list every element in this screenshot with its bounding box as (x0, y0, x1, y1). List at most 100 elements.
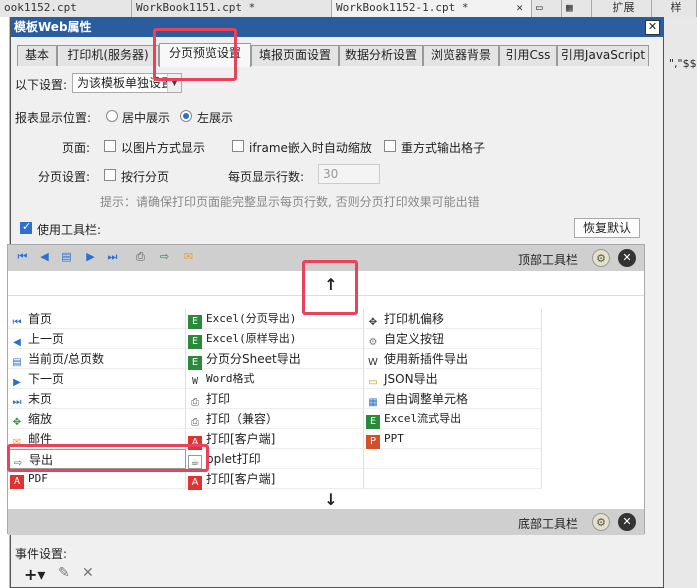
item-label: JSON导出 (384, 372, 438, 386)
position-left-radio[interactable] (180, 110, 192, 122)
item-label: 打印[客户端] (206, 432, 276, 446)
item-label: 自定义按钮 (384, 332, 445, 346)
item-last[interactable]: ⏭ 末页 (8, 389, 186, 409)
tab-basic[interactable]: 基本 (17, 45, 57, 66)
layout-icon[interactable]: ▭ (532, 0, 562, 17)
excel-icon: E (188, 315, 202, 329)
item-label: 使用新插件导出 (384, 352, 469, 366)
last-page-icon: ⏭ (12, 397, 22, 408)
editor-tab-active[interactable]: WorkBook1152-1.cpt * ✕ (332, 0, 532, 17)
item-applet-print[interactable]: ☕ pplet打印 (186, 449, 364, 469)
item-ppt[interactable]: P PPT (364, 429, 542, 449)
item-label: PDF (28, 472, 48, 485)
move-down-button[interactable]: ↓ (316, 490, 346, 509)
item-sheet-export[interactable]: E 分页分Sheet导出 (186, 349, 364, 370)
editor-tab[interactable]: WorkBook1151.cpt * (132, 0, 332, 17)
close-icon[interactable]: ✕ (618, 513, 636, 531)
page-counter-icon[interactable]: ▤ (58, 249, 75, 265)
events-label: 事件设置: (15, 547, 68, 561)
item-custom-button[interactable]: ⚙ 自定义按钮 (364, 329, 542, 349)
edit-icon[interactable]: ✎ (58, 565, 70, 581)
zoom-icon: ✥ (12, 417, 22, 428)
repeat-output-label: 重方式输出格子 (401, 141, 486, 155)
item-printer-offset[interactable]: ✥ 打印机偏移 (364, 309, 542, 329)
tab-strip: 基本 打印机(服务器) 分页预览设置 填报页面设置 数据分析设置 浏览器背景 引… (17, 43, 657, 67)
tab-css[interactable]: 引用Css (499, 45, 557, 66)
pdf-icon: A (10, 475, 24, 489)
last-page-icon[interactable]: ⏭ (104, 249, 121, 265)
item-excel-stream[interactable]: E Excel流式导出 (364, 409, 542, 429)
tab-printer-server[interactable]: 打印机(服务器) (57, 45, 159, 66)
json-icon: ▭ (368, 377, 378, 388)
next-page-icon[interactable]: ▶ (82, 249, 99, 265)
item-label: Excel(分页导出) (206, 312, 297, 325)
ext-tab[interactable]: 扩展 (592, 0, 652, 17)
first-page-icon: ⏮ (12, 317, 22, 328)
dialog-titlebar: 模板Web属性 ✕ (11, 18, 663, 37)
item-next[interactable]: ▶ 下一页 (8, 369, 186, 389)
print-icon: ⎙ (191, 397, 199, 408)
iframe-scale-checkbox[interactable] (232, 140, 244, 152)
restore-default-button[interactable]: 恢复默认 (574, 218, 640, 238)
delete-icon[interactable]: ✕ (82, 565, 94, 581)
item-pdf[interactable]: A PDF (8, 469, 186, 489)
editor-tab[interactable]: ook1152.cpt (0, 0, 132, 17)
image-print-checkbox[interactable] (104, 140, 116, 152)
item-first[interactable]: ⏮ 首页 (8, 309, 186, 329)
rows-per-page-input[interactable]: 30 (318, 164, 380, 184)
tab-close-icon[interactable]: ✕ (516, 0, 523, 15)
item-json-export[interactable]: ▭ JSON导出 (364, 369, 542, 389)
item-plugin-export[interactable]: W 使用新插件导出 (364, 349, 542, 369)
item-label: 打印 (206, 392, 231, 406)
item-page-counter[interactable]: ▤ 当前页/总页数 (8, 349, 186, 369)
print-icon[interactable]: ⎙ (132, 249, 149, 265)
add-event-icon[interactable]: +▾ (24, 565, 45, 584)
ppt-icon: P (366, 435, 380, 449)
tab-browser-bg[interactable]: 浏览器背景 (423, 45, 499, 66)
grid-icon[interactable]: ▦ (562, 0, 592, 17)
row-paging-label: 按行分页 (121, 170, 170, 184)
prev-page-icon[interactable]: ◀ (36, 249, 53, 265)
style-tab-label: 样 (670, 1, 682, 14)
tab-fill-page[interactable]: 填报页面设置 (251, 45, 339, 66)
ext-tab-label: 扩展 (612, 1, 635, 14)
item-print-client-2[interactable]: A 打印[客户端] (186, 469, 364, 490)
close-icon[interactable]: ✕ (618, 249, 636, 267)
highlight-tab (153, 28, 237, 81)
paging-hint: 提示：请确保打印页面能完整显示每页行数, 否则分页打印效果可能出错 (100, 195, 480, 209)
item-prev[interactable]: ◀ 上一页 (8, 329, 186, 349)
print-icon: ⎙ (191, 417, 199, 428)
prev-page-icon: ◀ (13, 337, 21, 348)
item-print-compat[interactable]: ⎙ 打印（兼容） (186, 409, 364, 429)
item-label: Excel(原样导出) (206, 332, 297, 345)
tab-javascript[interactable]: 引用JavaScript (557, 45, 649, 66)
position-center-radio[interactable] (106, 110, 118, 122)
item-word[interactable]: W Word格式 (186, 369, 364, 389)
item-label: Word格式 (206, 372, 255, 385)
use-toolbar-checkbox[interactable] (20, 220, 32, 234)
item-label: pplet打印 (206, 452, 261, 466)
gear-icon[interactable]: ⚙ (592, 513, 610, 531)
style-tab[interactable]: 样 (652, 0, 697, 17)
row-paging-checkbox[interactable] (104, 169, 116, 181)
item-label: 上一页 (28, 332, 65, 346)
close-icon[interactable]: ✕ (645, 20, 660, 35)
gear-icon[interactable]: ⚙ (592, 249, 610, 267)
position-center-label: 居中展示 (122, 111, 171, 125)
item-zoom[interactable]: ✥ 缩放 (8, 409, 186, 429)
bottom-toolbar-label: 底部工具栏 (518, 517, 579, 531)
export-icon[interactable]: ⇨ (156, 249, 173, 265)
item-free-cell[interactable]: ▦ 自由调整单元格 (364, 389, 542, 409)
item-excel-original[interactable]: E Excel(原样导出) (186, 329, 364, 349)
first-page-icon[interactable]: ⏮ (14, 249, 31, 265)
repeat-output-checkbox[interactable] (384, 140, 396, 152)
item-label: 打印机偏移 (384, 312, 445, 326)
editor-tab-label: WorkBook1151.cpt * (136, 1, 256, 14)
tab-data-analysis[interactable]: 数据分析设置 (339, 45, 423, 66)
excel-icon: E (188, 356, 202, 370)
email-icon[interactable]: ✉ (180, 249, 197, 265)
item-label: 末页 (28, 392, 53, 406)
item-print[interactable]: ⎙ 打印 (186, 389, 364, 409)
item-print-client[interactable]: A 打印[客户端] (186, 429, 364, 450)
gear-icon: ⚙ (368, 337, 378, 348)
